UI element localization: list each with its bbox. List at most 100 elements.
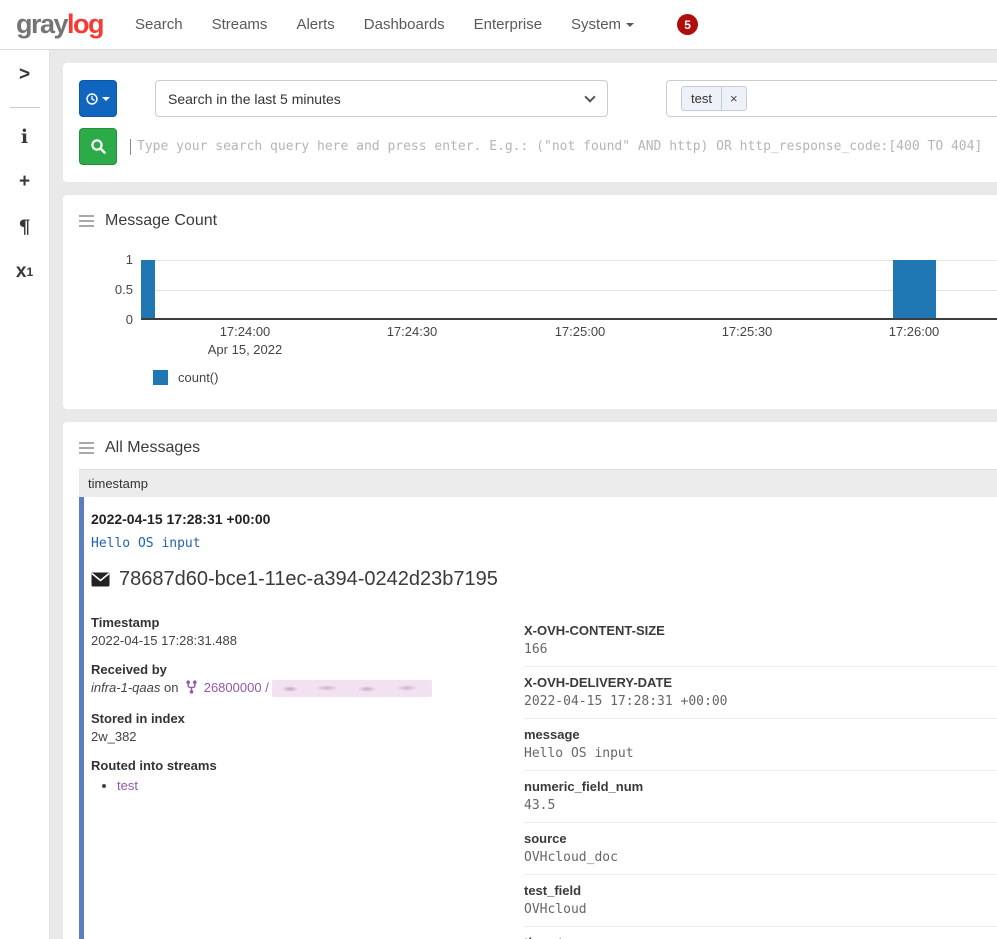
field-entry: message Hello OS input bbox=[524, 718, 997, 770]
highlighting-icon-x: x bbox=[16, 261, 27, 283]
chevron-down-icon bbox=[626, 23, 634, 27]
text-cursor bbox=[130, 139, 131, 155]
message-row-text[interactable]: Hello OS input bbox=[91, 536, 997, 551]
drag-handle-icon[interactable] bbox=[79, 440, 94, 456]
x-axis-tick: 17:25:00 bbox=[535, 324, 625, 339]
stream-tag-remove-icon[interactable]: × bbox=[721, 87, 746, 110]
field-entry: timestamp 2022-04-15 17:28:31 +00:00 bbox=[524, 926, 997, 939]
x-axis-tick: 17:25:30 bbox=[702, 324, 792, 339]
nav-item-dashboards[interactable]: Dashboards bbox=[364, 16, 445, 33]
field-name[interactable]: timestamp bbox=[524, 935, 997, 939]
message-row-expanded: 2022-04-15 17:28:31 +00:00 Hello OS inpu… bbox=[79, 497, 997, 939]
field-value: OVHcloud_doc bbox=[524, 850, 997, 865]
code-fork-icon bbox=[186, 680, 197, 694]
field-name[interactable]: test_field bbox=[524, 883, 997, 898]
search-icon bbox=[90, 138, 107, 155]
x-axis-tick: 17:24:30 bbox=[367, 324, 457, 339]
field-value: 43.5 bbox=[524, 798, 997, 813]
stream-link-test[interactable]: test bbox=[117, 778, 138, 793]
y-axis-tick: 0.5 bbox=[79, 282, 133, 297]
formatting-pilcrow-icon[interactable]: ¶ bbox=[10, 212, 40, 242]
nav-item-search[interactable]: Search bbox=[135, 16, 183, 33]
chart-plot-area bbox=[141, 260, 997, 320]
message-count-chart: 1 0.5 0 17:24:00 17:24:30 17:25:00 17:25… bbox=[79, 242, 997, 392]
field-value: Hello OS input bbox=[524, 746, 997, 761]
timestamp-value: 2022-04-15 17:28:31.488 bbox=[91, 633, 524, 648]
add-widget-icon[interactable]: + bbox=[10, 167, 40, 197]
stream-filter-input[interactable]: test × bbox=[666, 80, 997, 117]
search-query-input[interactable] bbox=[135, 132, 997, 162]
left-sidebar: > i + ¶ x1 bbox=[0, 50, 50, 939]
highlighting-icon-sub: 1 bbox=[26, 265, 33, 279]
y-axis-tick: 1 bbox=[79, 252, 133, 267]
field-value: 2022-04-15 17:28:31 +00:00 bbox=[524, 694, 997, 709]
logo-text-gray: gray bbox=[16, 9, 67, 39]
nav-item-enterprise[interactable]: Enterprise bbox=[474, 16, 542, 33]
redacted-input-name bbox=[272, 680, 432, 697]
field-value: OVHcloud bbox=[524, 902, 997, 917]
stream-list-item: test bbox=[117, 778, 524, 793]
chart-legend[interactable]: count() bbox=[153, 370, 218, 385]
stored-index-value: 2w_382 bbox=[91, 729, 524, 744]
message-id-link[interactable]: 78687d60-bce1-11ec-a394-0242d23b7195 bbox=[119, 568, 498, 591]
x-axis-tick: 17:26:00 bbox=[869, 324, 959, 339]
nav-item-system-label: System bbox=[571, 16, 621, 33]
envelope-icon bbox=[91, 572, 110, 587]
top-navbar: graylog Search Streams Alerts Dashboards… bbox=[0, 0, 997, 50]
input-id-link[interactable]: 26800000 bbox=[204, 680, 262, 695]
column-header-timestamp[interactable]: timestamp bbox=[79, 469, 997, 497]
legend-label: count() bbox=[178, 370, 218, 385]
highlighting-icon[interactable]: x1 bbox=[10, 257, 40, 287]
field-entry: numeric_field_num 43.5 bbox=[524, 770, 997, 822]
legend-swatch bbox=[153, 370, 168, 385]
nav-item-streams[interactable]: Streams bbox=[212, 16, 268, 33]
logo-text-log: log bbox=[67, 9, 103, 39]
x-axis-tick: 17:24:00 bbox=[200, 324, 290, 339]
all-messages-widget: All Messages timestamp 2022-04-15 17:28:… bbox=[63, 422, 997, 939]
field-name[interactable]: X-OVH-DELIVERY-DATE bbox=[524, 675, 997, 690]
stream-tag-label: test bbox=[682, 87, 721, 110]
clock-icon bbox=[86, 91, 98, 107]
gridline bbox=[141, 260, 997, 261]
nav-item-system[interactable]: System bbox=[571, 16, 634, 33]
x-axis-date-label: Apr 15, 2022 bbox=[185, 342, 305, 357]
node-name: infra-1-qaas bbox=[91, 680, 160, 695]
gridline bbox=[141, 290, 997, 291]
stored-index-label: Stored in index bbox=[91, 711, 524, 726]
message-count-widget: Message Count 1 0.5 0 17:24:00 17:24:30 … bbox=[63, 195, 997, 409]
notification-count-badge[interactable]: 5 bbox=[677, 14, 698, 35]
chart-bar bbox=[141, 260, 155, 318]
message-meta-column: Timestamp 2022-04-15 17:28:31.488 Receiv… bbox=[91, 615, 524, 939]
received-slash: / bbox=[265, 680, 269, 695]
field-entry: X-OVH-DELIVERY-DATE 2022-04-15 17:28:31 … bbox=[524, 666, 997, 718]
sidebar-divider bbox=[10, 107, 40, 108]
field-name[interactable]: numeric_field_num bbox=[524, 779, 997, 794]
search-submit-button[interactable] bbox=[79, 128, 117, 165]
message-fields-column: X-OVH-CONTENT-SIZE 166 X-OVH-DELIVERY-DA… bbox=[524, 615, 997, 939]
chevron-down-icon bbox=[102, 97, 110, 101]
routed-streams-label: Routed into streams bbox=[91, 758, 524, 773]
received-by-label: Received by bbox=[91, 662, 524, 677]
field-entry: X-OVH-CONTENT-SIZE 166 bbox=[524, 615, 997, 666]
drag-handle-icon[interactable] bbox=[79, 213, 94, 229]
stream-tag: test × bbox=[681, 86, 747, 111]
widget-title: All Messages bbox=[105, 439, 200, 457]
field-name[interactable]: X-OVH-CONTENT-SIZE bbox=[524, 623, 997, 638]
received-by-value: infra-1-qaas on 26800000 bbox=[91, 680, 524, 697]
message-row-timestamp[interactable]: 2022-04-15 17:28:31 +00:00 bbox=[91, 497, 997, 527]
widget-title: Message Count bbox=[105, 212, 217, 230]
main-content: Search in the last 5 minutes test × bbox=[50, 50, 997, 939]
sidebar-expand-icon[interactable]: > bbox=[10, 60, 40, 90]
nav-item-alerts[interactable]: Alerts bbox=[296, 16, 334, 33]
timerange-select[interactable]: Search in the last 5 minutes bbox=[155, 80, 608, 117]
y-axis-tick: 0 bbox=[79, 312, 133, 327]
search-bar-panel: Search in the last 5 minutes test × bbox=[63, 63, 997, 182]
fields-info-icon[interactable]: i bbox=[10, 122, 40, 152]
timestamp-label: Timestamp bbox=[91, 615, 524, 630]
timerange-button[interactable] bbox=[79, 80, 117, 117]
field-name[interactable]: message bbox=[524, 727, 997, 742]
field-entry: test_field OVHcloud bbox=[524, 874, 997, 926]
received-on-text: on bbox=[164, 680, 178, 695]
graylog-logo[interactable]: graylog bbox=[16, 11, 103, 38]
field-name[interactable]: source bbox=[524, 831, 997, 846]
